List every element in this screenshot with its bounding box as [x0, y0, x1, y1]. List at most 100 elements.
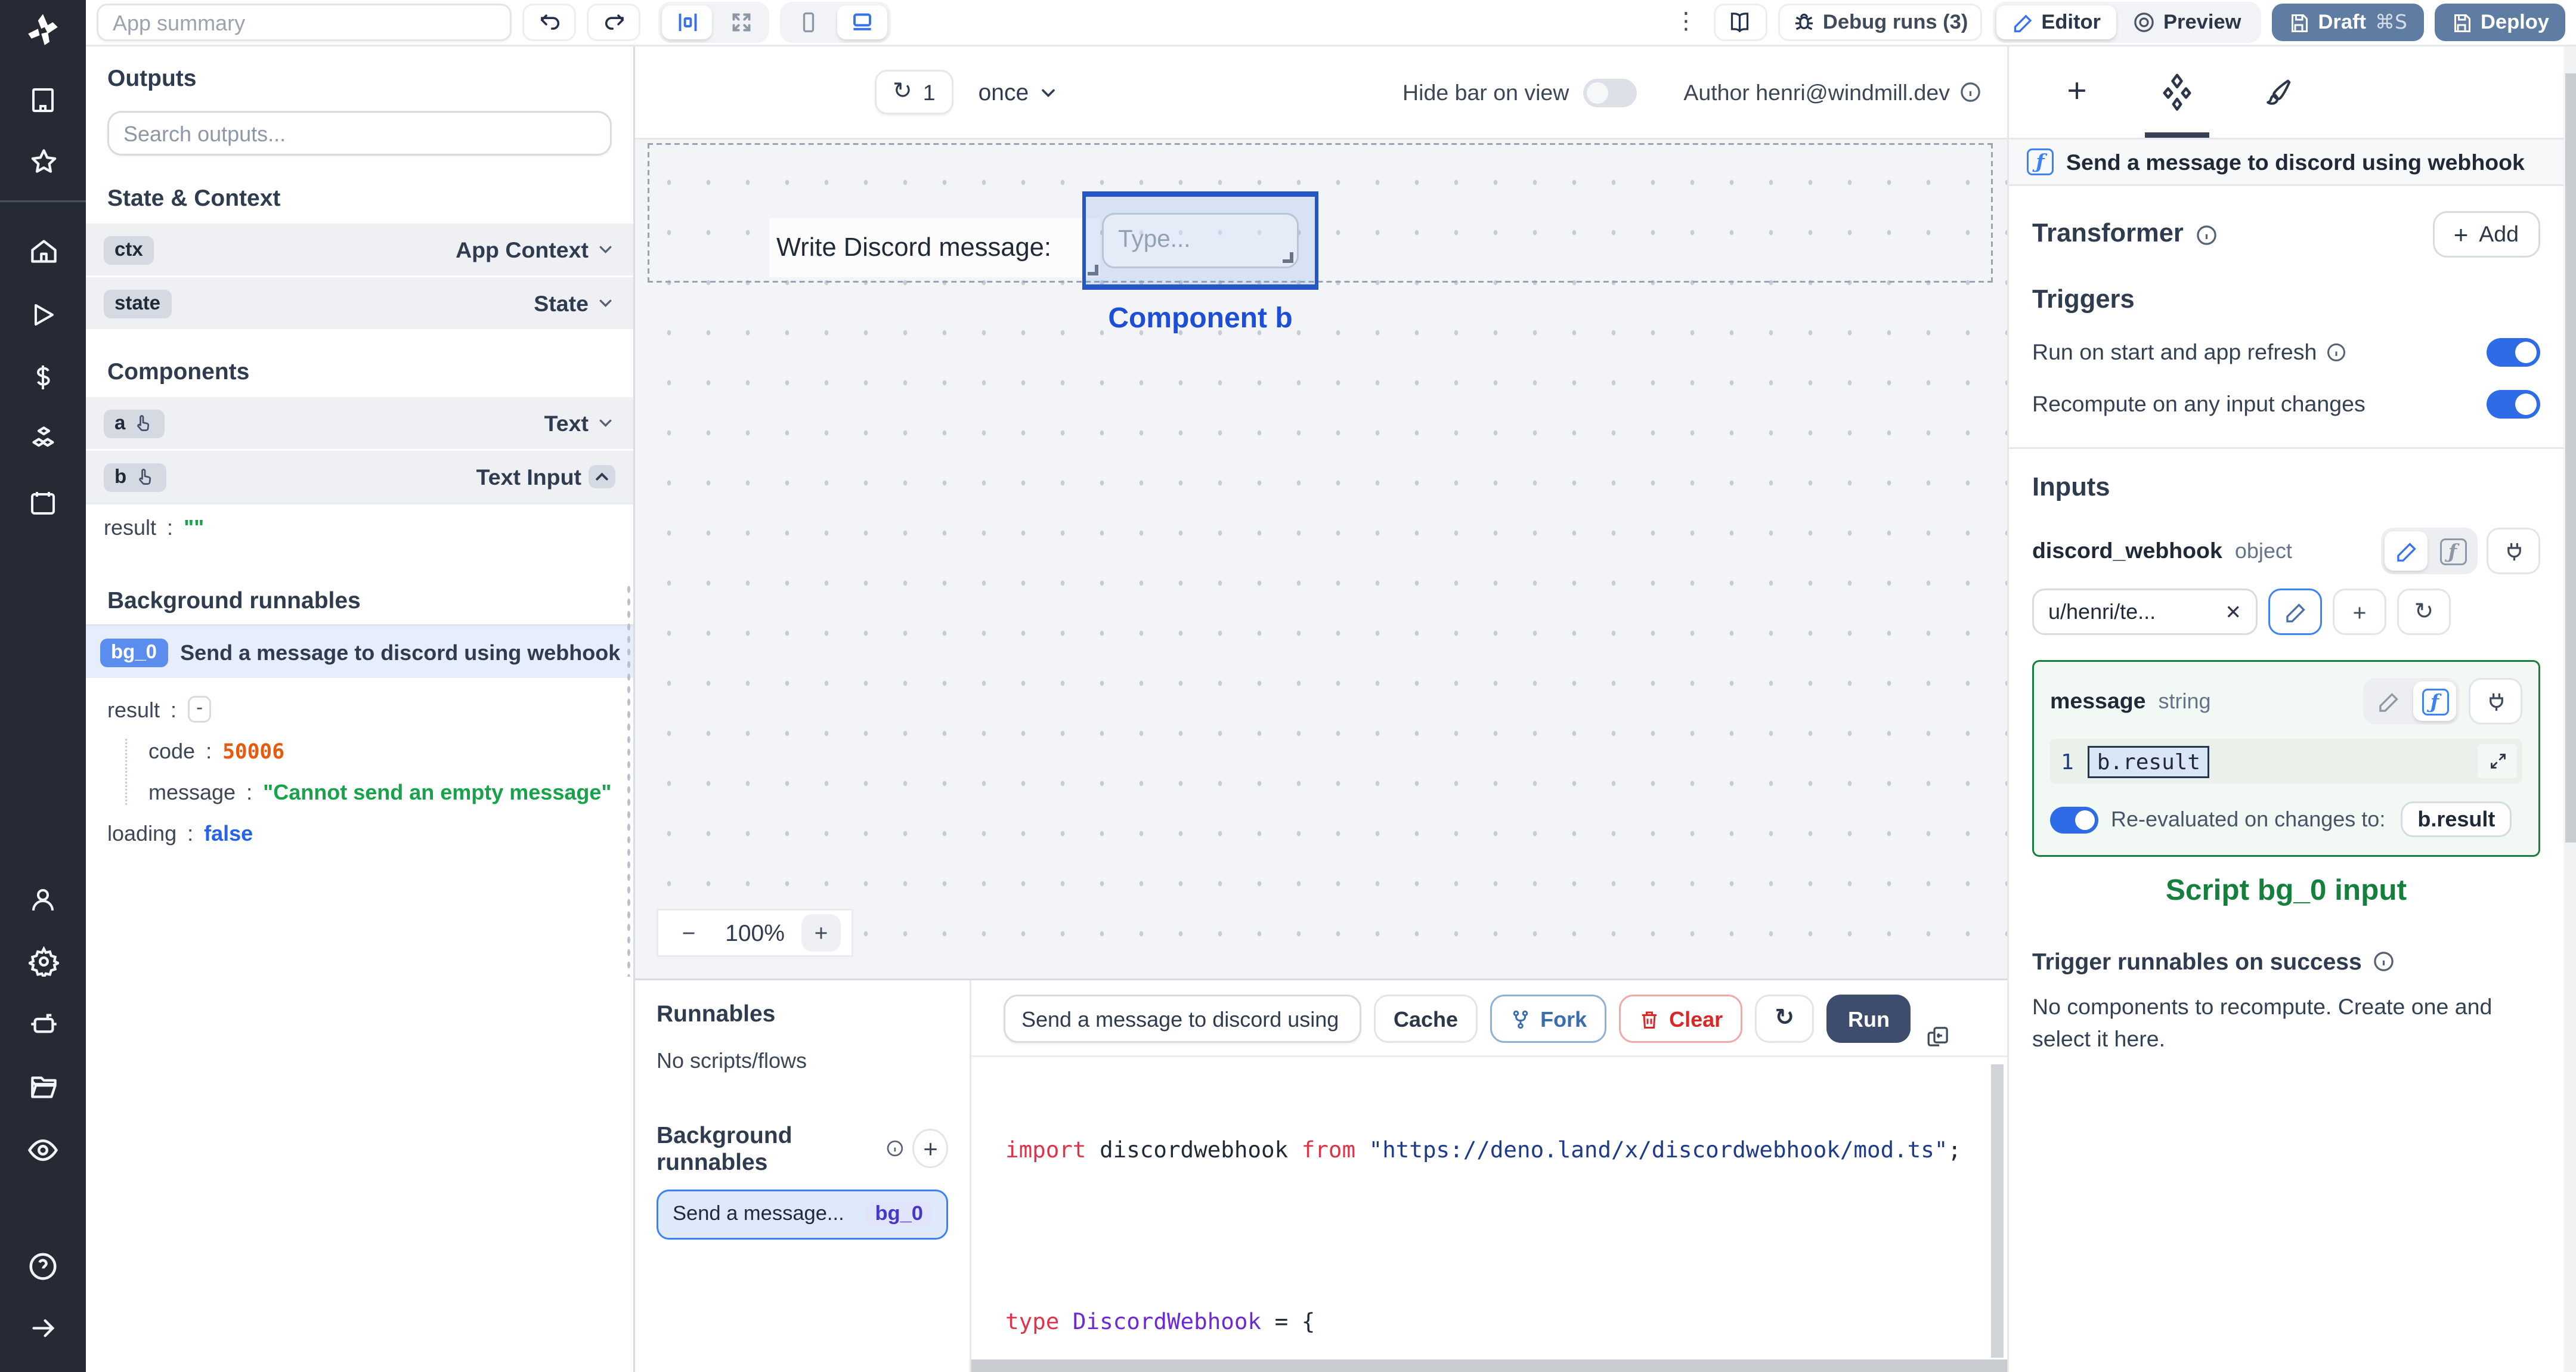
docs-book-button[interactable] — [1713, 4, 1767, 41]
copy-code-icon[interactable] — [1927, 1025, 1950, 1048]
draft-shortcut: ⌘S — [2375, 11, 2407, 34]
canvas-column: ↻ 1 once Hide bar on view Author henri@w… — [635, 47, 2007, 1372]
panel-resize-handle[interactable] — [626, 583, 631, 977]
more-options-kebab[interactable]: ⋮ — [1669, 11, 1703, 34]
user-icon[interactable] — [0, 877, 86, 921]
settings-gear-icon[interactable] — [0, 939, 86, 984]
center-align-button[interactable] — [662, 5, 712, 39]
draft-button[interactable]: Draft ⌘S — [2271, 4, 2423, 41]
bg0-code-row: code: 50006 — [148, 739, 284, 764]
clear-button[interactable]: Clear — [1619, 995, 1743, 1043]
resize-handle[interactable] — [1283, 252, 1293, 263]
components-diamond-icon — [2163, 73, 2191, 110]
workers-robot-icon[interactable] — [0, 1002, 86, 1046]
info-icon — [887, 1140, 903, 1157]
home-icon[interactable] — [0, 229, 86, 274]
static-edit-mode-button[interactable] — [2367, 682, 2410, 721]
fork-label: Fork — [1540, 1006, 1587, 1032]
run-on-start-toggle[interactable] — [2487, 338, 2540, 367]
bg0-runnable-row[interactable]: bg_0 Send a message to discord using web… — [86, 624, 633, 678]
collapse-arrow-icon[interactable] — [0, 1306, 86, 1351]
zoom-in-button[interactable]: + — [801, 914, 841, 952]
collapse-toggle[interactable]: - — [187, 696, 212, 723]
text-input-component[interactable]: Type... — [1102, 213, 1299, 268]
mobile-view-button[interactable] — [784, 5, 834, 39]
top-toolbar: App summary ⋮ Debug runs (3) Editor Prev… — [86, 0, 2576, 47]
discord-webhook-field: discord_webhook object ƒ — [2032, 528, 2540, 574]
schedules-icon[interactable] — [0, 479, 86, 524]
deploy-button[interactable]: Deploy — [2433, 4, 2565, 41]
clear-resource-icon[interactable]: ✕ — [2225, 602, 2241, 622]
text-component-a[interactable]: Write Discord message: — [769, 218, 1100, 277]
zoom-out-button[interactable]: − — [669, 914, 708, 952]
eval-mode-button[interactable]: ƒ — [2413, 682, 2456, 721]
reeval-toggle[interactable] — [2050, 806, 2098, 833]
recompute-toggle[interactable] — [2487, 390, 2540, 419]
preview-tab[interactable]: Preview — [2117, 5, 2257, 39]
bg0-loading-row: loading: false — [107, 821, 253, 846]
tab-styling[interactable] — [2227, 47, 2327, 138]
static-edit-mode-button[interactable] — [2385, 531, 2428, 571]
add-background-runnable-button[interactable]: + — [913, 1129, 948, 1168]
output-row-state[interactable]: state State — [86, 275, 633, 329]
bg0-badge: bg_0 — [100, 637, 168, 667]
outputs-panel: Outputs Search outputs... State & Contex… — [86, 47, 635, 1372]
editor-tab[interactable]: Editor — [1996, 5, 2117, 39]
hide-bar-toggle[interactable] — [1583, 78, 1637, 107]
fork-button[interactable]: Fork — [1490, 995, 1607, 1043]
comp-a-badge: a — [114, 412, 126, 434]
bg0-runnable-card[interactable]: Send a message... bg_0 — [657, 1190, 948, 1240]
variables-icon[interactable] — [0, 354, 86, 399]
folders-icon[interactable] — [0, 1064, 86, 1109]
fullscreen-button[interactable] — [716, 5, 766, 39]
component-row-b[interactable]: b Text Input — [86, 449, 633, 503]
add-resource-button[interactable]: + — [2333, 589, 2386, 635]
refresh-count-button[interactable]: ↻ 1 — [875, 70, 953, 114]
script-name-input[interactable]: Send a message to discord using — [1004, 995, 1361, 1043]
tab-component-settings[interactable] — [2127, 47, 2227, 138]
expression-editor[interactable]: 1 b.result — [2050, 739, 2522, 783]
undo-button[interactable] — [522, 4, 576, 41]
expand-editor-icon[interactable] — [2478, 744, 2517, 778]
eval-mode-button[interactable]: ƒ — [2431, 531, 2474, 571]
code-editor[interactable]: import discordwebhook from "https://deno… — [971, 1057, 2007, 1372]
add-transformer-button[interactable]: + Add — [2432, 211, 2540, 258]
page-scrollbar[interactable] — [2563, 47, 2576, 1372]
runs-icon[interactable] — [0, 292, 86, 336]
cache-button[interactable]: Cache — [1374, 995, 1478, 1043]
code-vertical-scrollbar[interactable] — [1991, 1064, 2004, 1358]
b-result-row[interactable]: result: "" — [86, 503, 633, 551]
help-icon[interactable] — [0, 1243, 86, 1288]
workspace-icon[interactable] — [0, 77, 86, 122]
refresh-resource-button[interactable]: ↻ — [2397, 589, 2451, 635]
resource-input[interactable]: u/henri/te... ✕ — [2032, 589, 2258, 635]
search-outputs-input[interactable]: Search outputs... — [107, 111, 612, 156]
selected-component-b[interactable]: Type... — [1082, 191, 1318, 290]
result-key: result — [104, 515, 157, 540]
grid-container[interactable]: Write Discord message: — [648, 143, 1993, 283]
desktop-view-button[interactable] — [837, 5, 887, 39]
transformer-heading: Transformer — [2032, 220, 2184, 249]
windmill-logo-icon[interactable] — [23, 11, 63, 50]
edit-resource-button[interactable] — [2268, 589, 2322, 635]
output-row-ctx[interactable]: ctx App Context — [86, 222, 633, 275]
app-canvas[interactable]: Write Discord message: Type... Component… — [635, 138, 2007, 978]
debug-runs-button[interactable]: Debug runs (3) — [1778, 4, 1983, 41]
connect-plug-button[interactable] — [2487, 528, 2540, 574]
chevron-down-icon — [599, 299, 612, 307]
schedule-dropdown[interactable]: once — [979, 79, 1060, 106]
connect-plug-button[interactable] — [2469, 678, 2522, 724]
favorites-star-icon[interactable] — [0, 140, 86, 184]
resources-icon[interactable] — [0, 417, 86, 462]
component-row-a[interactable]: a Text — [86, 395, 633, 449]
bg0-result-row[interactable]: result: - — [107, 696, 612, 723]
reeval-target[interactable]: b.result — [2401, 801, 2512, 837]
audit-eye-icon[interactable] — [0, 1127, 86, 1172]
tab-add-component[interactable]: + — [2027, 47, 2127, 138]
redo-button[interactable] — [587, 4, 640, 41]
bg0-result-key: result — [107, 696, 160, 722]
code-horizontal-scrollbar[interactable] — [971, 1359, 2007, 1372]
run-button[interactable]: Run — [1826, 995, 1911, 1043]
refresh-script-button[interactable]: ↻ — [1755, 995, 1814, 1043]
app-summary-input[interactable]: App summary — [97, 4, 512, 41]
